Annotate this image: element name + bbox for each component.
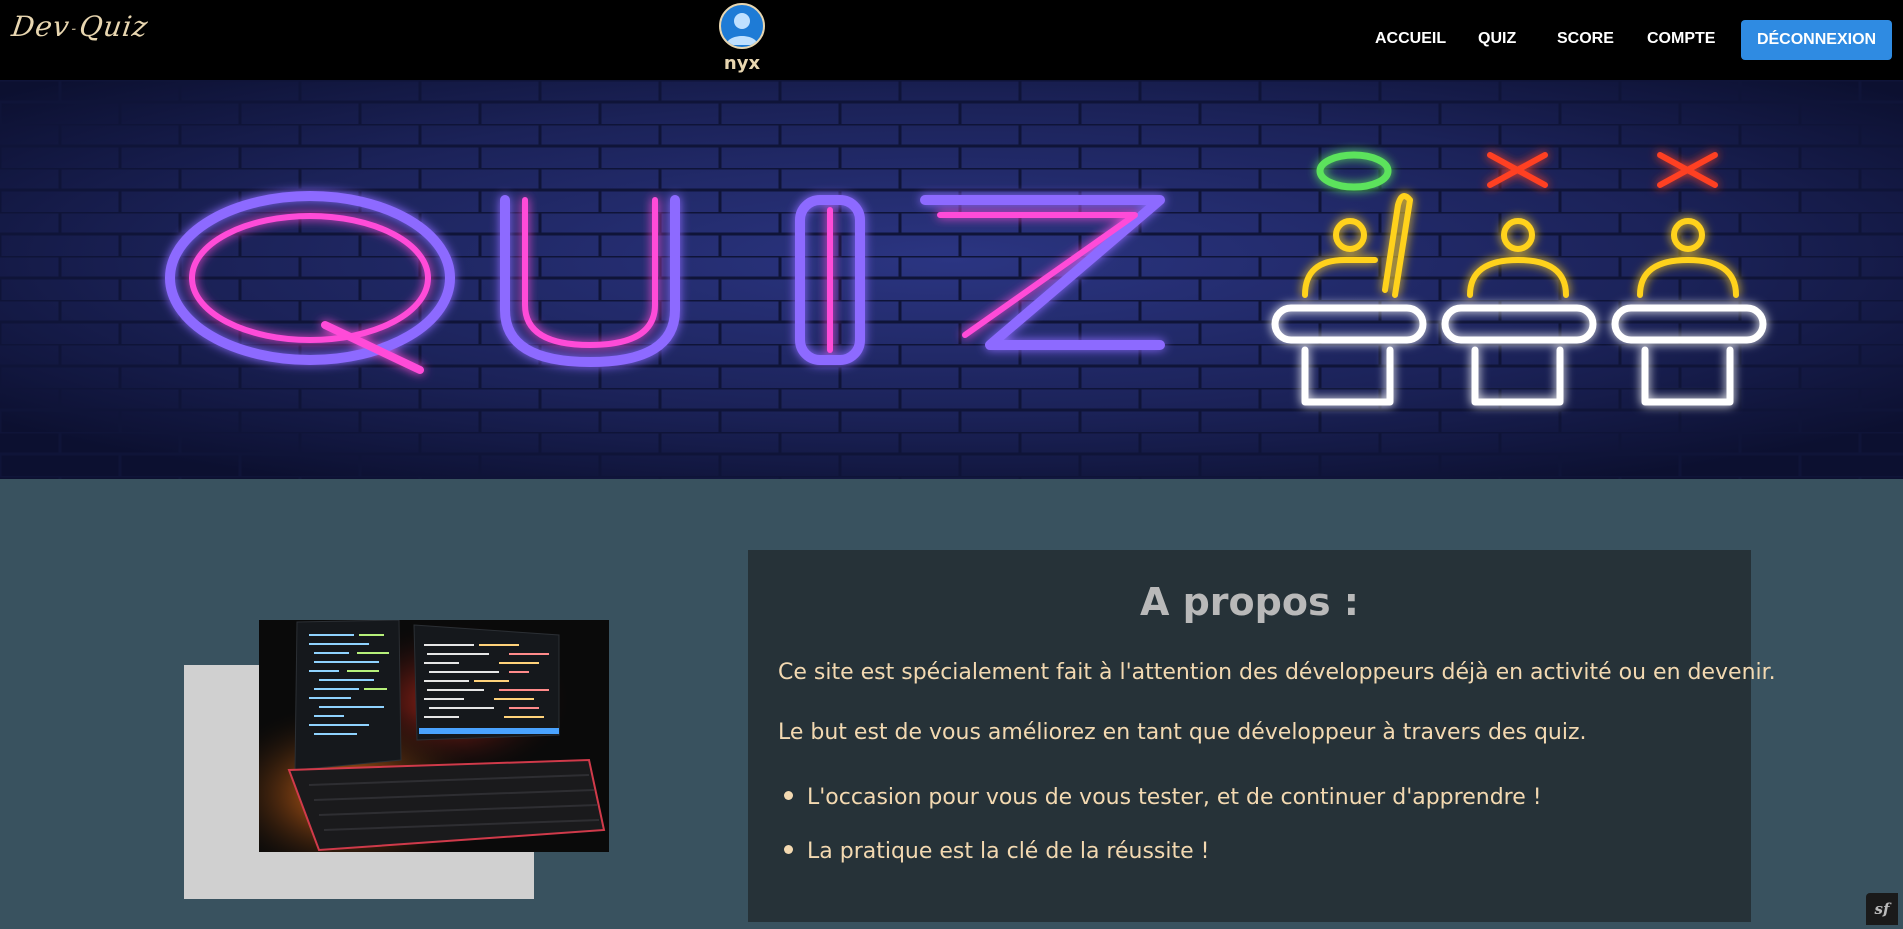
about-bullet-2-text: La pratique est la clé de la réussite ! <box>807 839 1210 864</box>
about-bullet-1-text: L'occasion pour vous de vous tester, et … <box>807 785 1542 810</box>
logo-part-main: Dev <box>9 10 73 43</box>
neon-quiz-illustration <box>0 80 1903 479</box>
nav-link-accueil[interactable]: ACCUEIL <box>1375 30 1446 48</box>
logout-button[interactable]: DÉCONNEXION <box>1741 20 1892 60</box>
keyboard-monitor-photo <box>259 620 609 852</box>
about-bullet-1: L'occasion pour vous de vous tester, et … <box>778 785 1542 810</box>
nav-link-quiz[interactable]: QUIZ <box>1478 30 1516 48</box>
nav-link-score[interactable]: SCORE <box>1557 30 1614 48</box>
username: nyx <box>723 53 761 74</box>
bullet-dot-icon <box>784 791 793 800</box>
user-icon <box>726 13 758 45</box>
navbar: Dev-Quiz nyx ACCUEIL QUIZ SCORE COMPTE D… <box>0 0 1903 80</box>
avatar[interactable] <box>719 3 765 49</box>
user-profile[interactable]: nyx <box>716 3 768 74</box>
about-card: A propos : Ce site est spécialement fait… <box>748 550 1776 922</box>
about-paragraph-1: Ce site est spécialement fait à l'attent… <box>778 660 1776 685</box>
code-workstation-image <box>259 620 609 852</box>
bullet-dot-icon-2 <box>784 845 793 854</box>
about-paragraph-2: Le but est de vous améliorez en tant que… <box>778 720 1587 745</box>
hero-banner <box>0 80 1903 479</box>
logo-part-end: Quiz <box>77 10 151 43</box>
nav-link-compte[interactable]: COMPTE <box>1647 30 1715 48</box>
symfony-debug-toolbar-toggle[interactable]: sf <box>1866 893 1898 925</box>
about-bullet-2: La pratique est la clé de la réussite ! <box>778 839 1209 864</box>
about-title: A propos : <box>1139 580 1360 624</box>
site-logo[interactable]: Dev-Quiz <box>10 10 151 43</box>
